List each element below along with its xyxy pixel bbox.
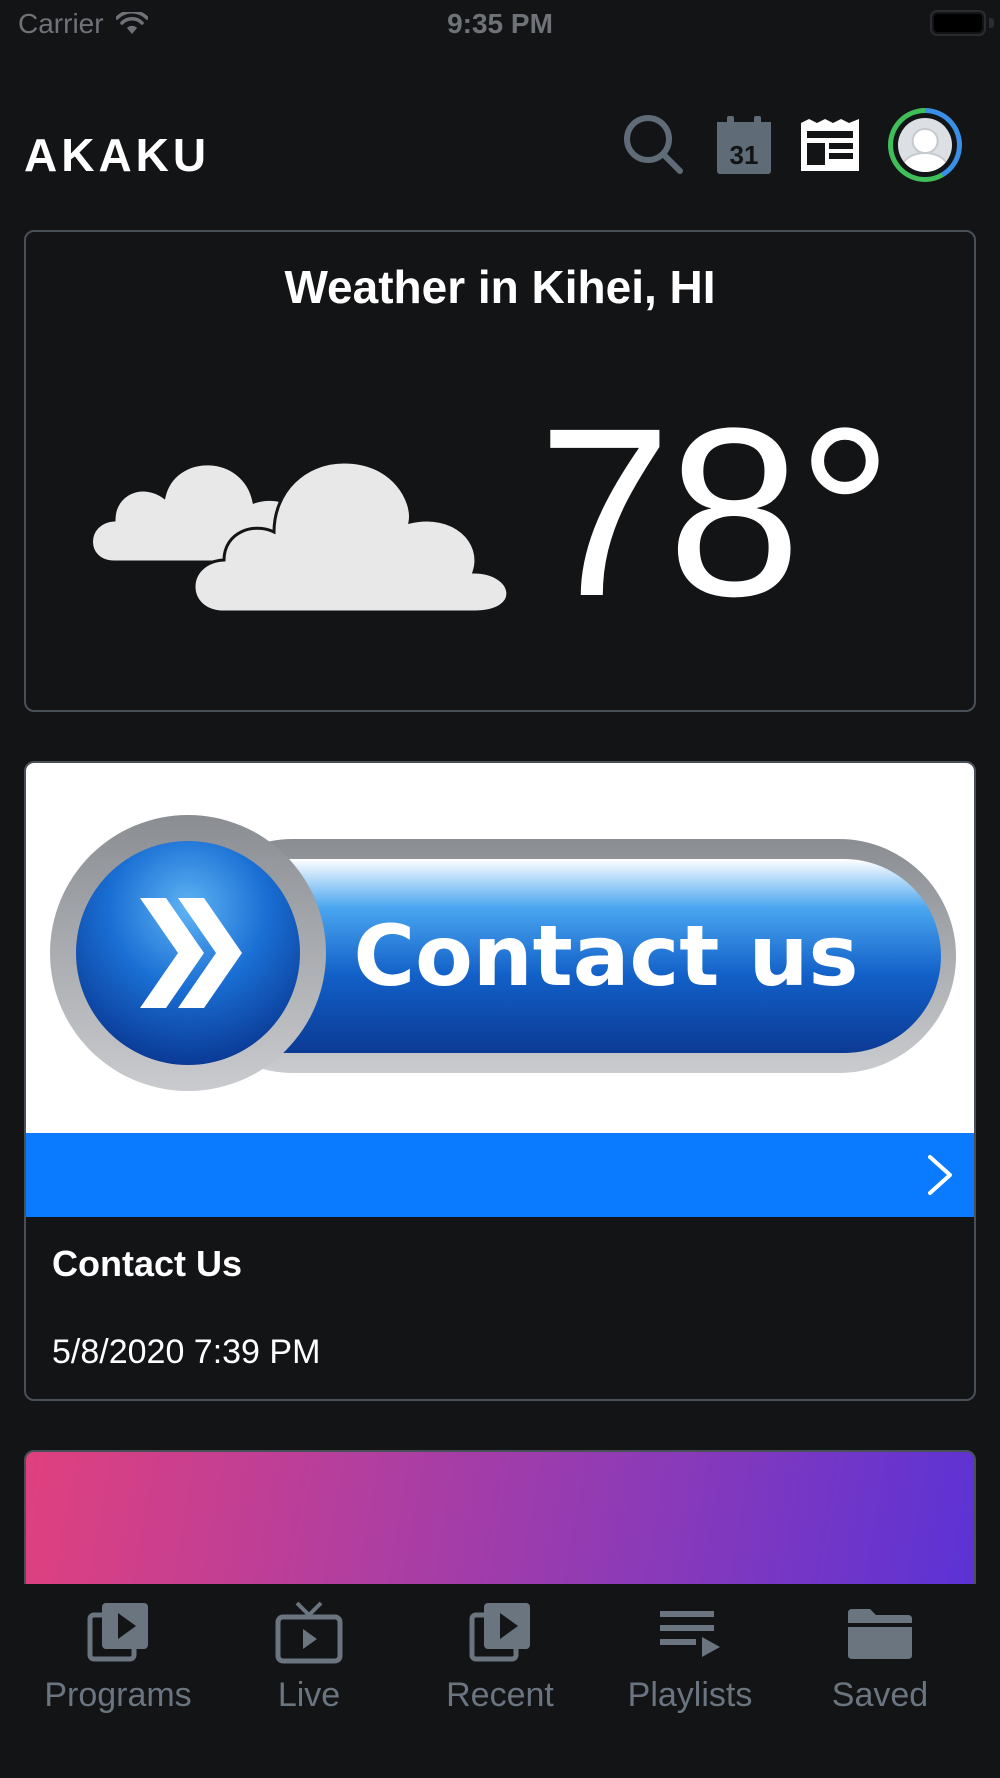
tab-live[interactable]: Live — [209, 1598, 409, 1718]
tab-recent-label: Recent — [446, 1676, 554, 1714]
tab-programs-label: Programs — [44, 1676, 192, 1714]
playlist-icon — [660, 1611, 720, 1657]
folder-icon — [848, 1609, 912, 1659]
status-time: 9:35 PM — [447, 8, 553, 39]
tab-playlists-label: Playlists — [627, 1676, 753, 1714]
tab-playlists[interactable]: Playlists — [590, 1598, 790, 1718]
tab-saved-label: Saved — [831, 1676, 929, 1714]
contact-card-date: 5/8/2020 7:39 PM — [52, 1333, 321, 1371]
battery-icon — [930, 10, 986, 36]
weather-temperature: 78° — [538, 378, 893, 646]
weather-title: Weather in Kihei, HI — [284, 261, 716, 313]
avatar[interactable] — [888, 108, 962, 182]
tab-bar: Programs Live Recent Playlists Saved — [0, 1584, 1000, 1778]
chevron-right-icon — [928, 1155, 952, 1195]
tab-saved[interactable]: Saved — [780, 1598, 980, 1718]
contact-us-banner-text: Contact us — [354, 907, 859, 1005]
tab-programs[interactable]: Programs — [18, 1598, 218, 1718]
tab-recent[interactable]: Recent — [400, 1598, 600, 1718]
calendar-icon: 31 — [717, 116, 771, 174]
live-tv-icon — [275, 1601, 343, 1664]
news-button[interactable] — [798, 110, 862, 180]
programs-icon — [87, 1603, 148, 1662]
app-header: AKAKU 31 — [0, 100, 1000, 200]
status-bar: Carrier 9:35 PM — [0, 0, 1000, 50]
recent-icon — [469, 1603, 530, 1662]
calendar-day: 31 — [730, 140, 759, 170]
avatar-image — [898, 118, 952, 172]
news-icon — [801, 119, 859, 171]
tab-live-label: Live — [277, 1676, 341, 1714]
search-icon — [624, 115, 683, 174]
contact-card-bar[interactable] — [26, 1133, 974, 1217]
app-title: AKAKU — [24, 129, 211, 181]
calendar-button[interactable]: 31 — [712, 110, 776, 180]
contact-card-title: Contact Us — [52, 1243, 243, 1284]
contact-card[interactable]: Contact us Contact Us 5/8/2020 7:39 PM — [24, 761, 976, 1401]
weather-card[interactable]: Weather in Kihei, HI 78° — [24, 230, 976, 712]
search-button[interactable] — [622, 110, 686, 180]
cloudy-icon — [90, 460, 510, 614]
contact-us-banner: Contact us — [26, 763, 974, 1133]
